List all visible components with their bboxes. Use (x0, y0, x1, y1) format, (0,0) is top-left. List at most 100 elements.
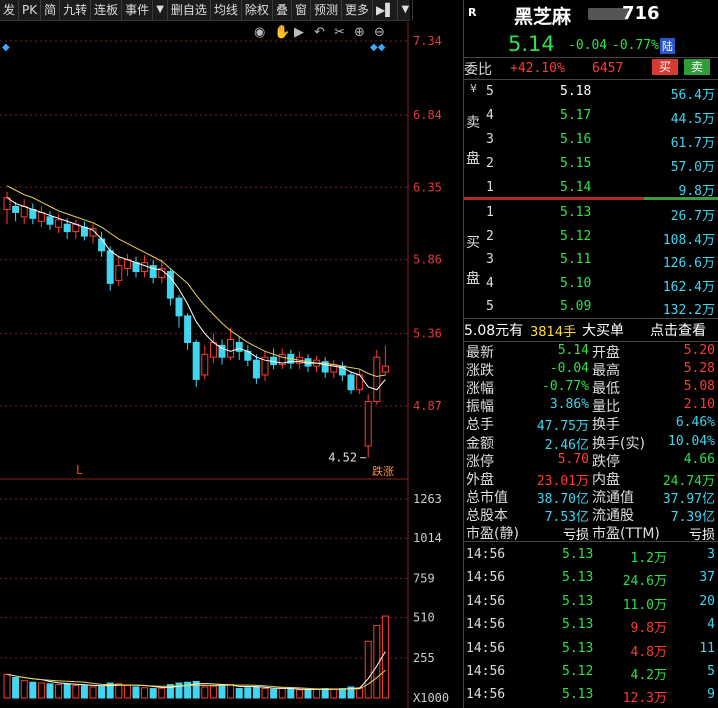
sell-level-row[interactable]: 3 5.16 61.7万 (464, 129, 718, 151)
volume-bar (132, 686, 140, 699)
toolbar-item-7[interactable]: 删自选 (168, 0, 211, 20)
price-change: -0.04 (568, 38, 608, 53)
toolbar-item-1[interactable]: PK (19, 0, 42, 20)
limit-label: 跌涨 (372, 464, 394, 478)
volume-bar (72, 684, 80, 699)
toolbar-item-8[interactable]: 均线 (211, 0, 242, 20)
stat-value: -0.04 (549, 361, 589, 377)
sell-level-row[interactable]: 1 5.14 9.8万 (464, 177, 718, 199)
buy-level-volume: 162.4万 (662, 279, 715, 295)
big-order-link[interactable]: 点击查看 (650, 320, 706, 340)
trade-tick-row: 14:56 5.13 24.6万 37 (464, 567, 718, 589)
sell-level-row[interactable]: 2 5.15 57.0万 (464, 153, 718, 175)
volume-bar (149, 688, 157, 699)
price-axis-label: 7.34 (413, 34, 442, 48)
candle-body (364, 401, 372, 447)
trade-tick-row: 14:56 5.13 11.0万 20 (464, 591, 718, 613)
sell-button[interactable]: 卖 (684, 59, 710, 75)
price-axis-label: 6.35 (413, 180, 442, 194)
toolbar-item-5[interactable]: 事件 (122, 0, 154, 20)
chart-control-icon[interactable]: ⊖ (374, 25, 385, 40)
toolbar-item-15[interactable]: ▼ (398, 0, 414, 20)
candle-body (55, 219, 63, 228)
toolbar-item-2[interactable]: 简 (41, 0, 61, 20)
tick-price: 5.13 (562, 617, 594, 633)
toolbar-item-11[interactable]: 窗 (292, 0, 311, 20)
volume-bar (55, 684, 63, 699)
candle-body (347, 374, 355, 391)
tick-volume: 24.6万 (622, 574, 667, 590)
volume-bar (209, 685, 217, 699)
candle-body (98, 238, 106, 252)
candle-body (106, 250, 114, 284)
toolbar-item-10[interactable]: 叠 (273, 0, 292, 20)
volume-bar (63, 683, 71, 699)
sell-level-num: 5 (486, 84, 494, 99)
buy-level-row[interactable]: 2 5.12 108.4万 (464, 226, 718, 248)
toolbar-item-14[interactable]: ▶▌ (373, 0, 399, 20)
volume-bar (141, 687, 149, 699)
toolbar-item-13[interactable]: 更多 (342, 0, 373, 20)
toolbar-item-6[interactable]: ▼ (153, 0, 168, 20)
volume-axis-label: 255 (413, 651, 435, 665)
volume-bar (338, 688, 346, 699)
quote-panel: R 黑芝麻 716 5.14 -0.04 -0.77% 陆 委比 +42.10%… (463, 0, 718, 708)
chart-control-icon[interactable]: ◉ (254, 25, 265, 40)
chart-control-icon[interactable]: ▶ (294, 25, 304, 40)
chart-control-icon[interactable]: ↶ (314, 25, 325, 40)
volume-bar (3, 673, 11, 699)
sell-level-price: 5.18 (560, 84, 592, 99)
sell-buy-bar-green (644, 197, 718, 200)
low-price-label: 4.52 (328, 451, 357, 465)
candle-body (209, 341, 217, 358)
buy-button[interactable]: 买 (652, 59, 678, 75)
kline-chart[interactable]: ◆ ◆◆◉ ✋ ▶ ↶ ✂ ⊕ ⊖7.346.846.355.865.364.874.52跌涨… (0, 22, 462, 708)
toolbar-item-4[interactable]: 连板 (91, 0, 123, 20)
volume-bar (218, 684, 226, 699)
sell-level-row[interactable]: 4 5.17 44.5万 (464, 105, 718, 127)
tick-time: 14:56 (466, 547, 506, 562)
toolbar-item-3[interactable]: 九转 (60, 0, 92, 20)
chart-control-icon[interactable]: ✋ (274, 24, 290, 40)
toolbar-item-12[interactable]: 预测 (311, 0, 342, 20)
volume-bar (227, 684, 235, 699)
stat-value: 5.08 (683, 379, 715, 395)
sell-level-row[interactable]: 5 5.18 56.4万 (464, 81, 718, 103)
buy-level-num: 4 (486, 275, 494, 291)
tick-count: 4 (707, 617, 715, 633)
volume-ma5-line (6, 651, 386, 690)
buy-level-num: 1 (486, 205, 494, 220)
buy-level-row[interactable]: 3 5.11 126.6万 (464, 249, 718, 271)
toolbar-item-9[interactable]: 除权 (242, 0, 273, 20)
buy-level-row[interactable]: 4 5.10 162.4万 (464, 273, 718, 295)
buy-level-num: 3 (486, 252, 494, 267)
stat-row: 涨幅 -0.77% 最低 5.08 (464, 377, 718, 397)
chart-control-icon[interactable]: ✂ (334, 25, 345, 40)
toolbar-item-0[interactable]: 发 (0, 0, 20, 20)
volume-bar (115, 683, 123, 699)
volume-axis-label: X1000 (413, 691, 449, 705)
tick-volume: 11.0万 (622, 597, 667, 613)
tick-time: 14:56 (466, 640, 506, 656)
candle-body (192, 341, 200, 380)
candle-body (227, 339, 235, 358)
chart-control-icon[interactable]: ⊕ (354, 25, 365, 40)
stat-value: 5.20 (683, 343, 715, 358)
stat-row: 金额 2.46亿 换手(实) 10.04% (464, 432, 718, 453)
stat-value: 6.46% (675, 415, 715, 431)
weibi-value: +42.10% (510, 61, 565, 76)
tick-time: 14:56 (466, 593, 506, 609)
stat-value: 5.14 (557, 343, 589, 358)
volume-bar (201, 686, 209, 699)
candle-body (115, 265, 123, 281)
buy-level-row[interactable]: 5 5.09 132.2万 (464, 296, 718, 318)
volume-axis-label: 1263 (413, 492, 442, 506)
weicha-value: 6457 (592, 61, 624, 76)
price-axis-label: 5.36 (413, 327, 442, 341)
tick-volume: 4.2万 (630, 668, 667, 683)
stat-row: 涨跌 -0.04 最高 5.28 (464, 359, 718, 379)
volume-bar (46, 683, 54, 699)
sell-buy-bar-red (464, 197, 644, 200)
stat-value: 3.86% (549, 397, 589, 413)
buy-level-row[interactable]: 1 5.13 26.7万 (464, 202, 718, 224)
